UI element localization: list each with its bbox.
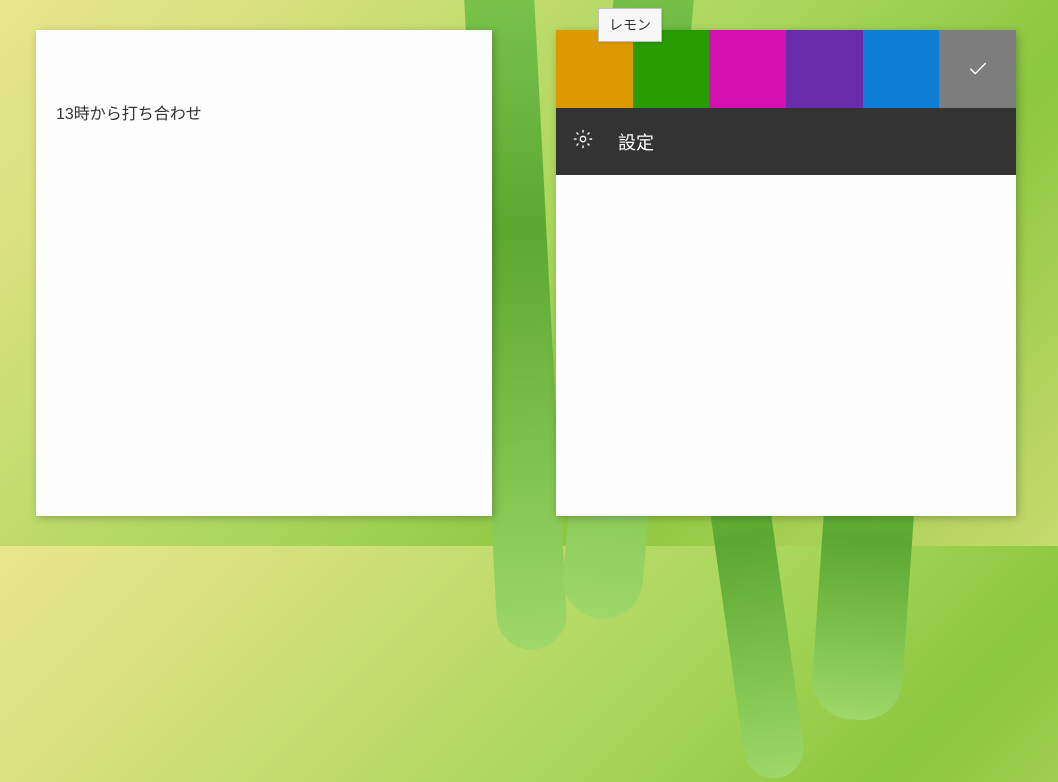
color-swatch-magenta[interactable] — [709, 30, 786, 108]
settings-button[interactable]: 設定 — [556, 108, 1016, 175]
color-swatch-gray[interactable] — [939, 30, 1016, 108]
gear-icon — [572, 128, 594, 155]
sticky-note-settings-window: レモン 設定 — [556, 30, 1016, 516]
color-tooltip: レモン — [598, 8, 662, 42]
note-text-area[interactable]: 13時から打ち合わせ — [36, 30, 492, 144]
color-swatch-blue[interactable] — [863, 30, 940, 108]
sticky-note-window[interactable]: 13時から打ち合わせ — [36, 30, 492, 516]
color-swatch-purple[interactable] — [786, 30, 863, 108]
checkmark-icon — [967, 58, 989, 80]
settings-label: 設定 — [618, 129, 654, 155]
